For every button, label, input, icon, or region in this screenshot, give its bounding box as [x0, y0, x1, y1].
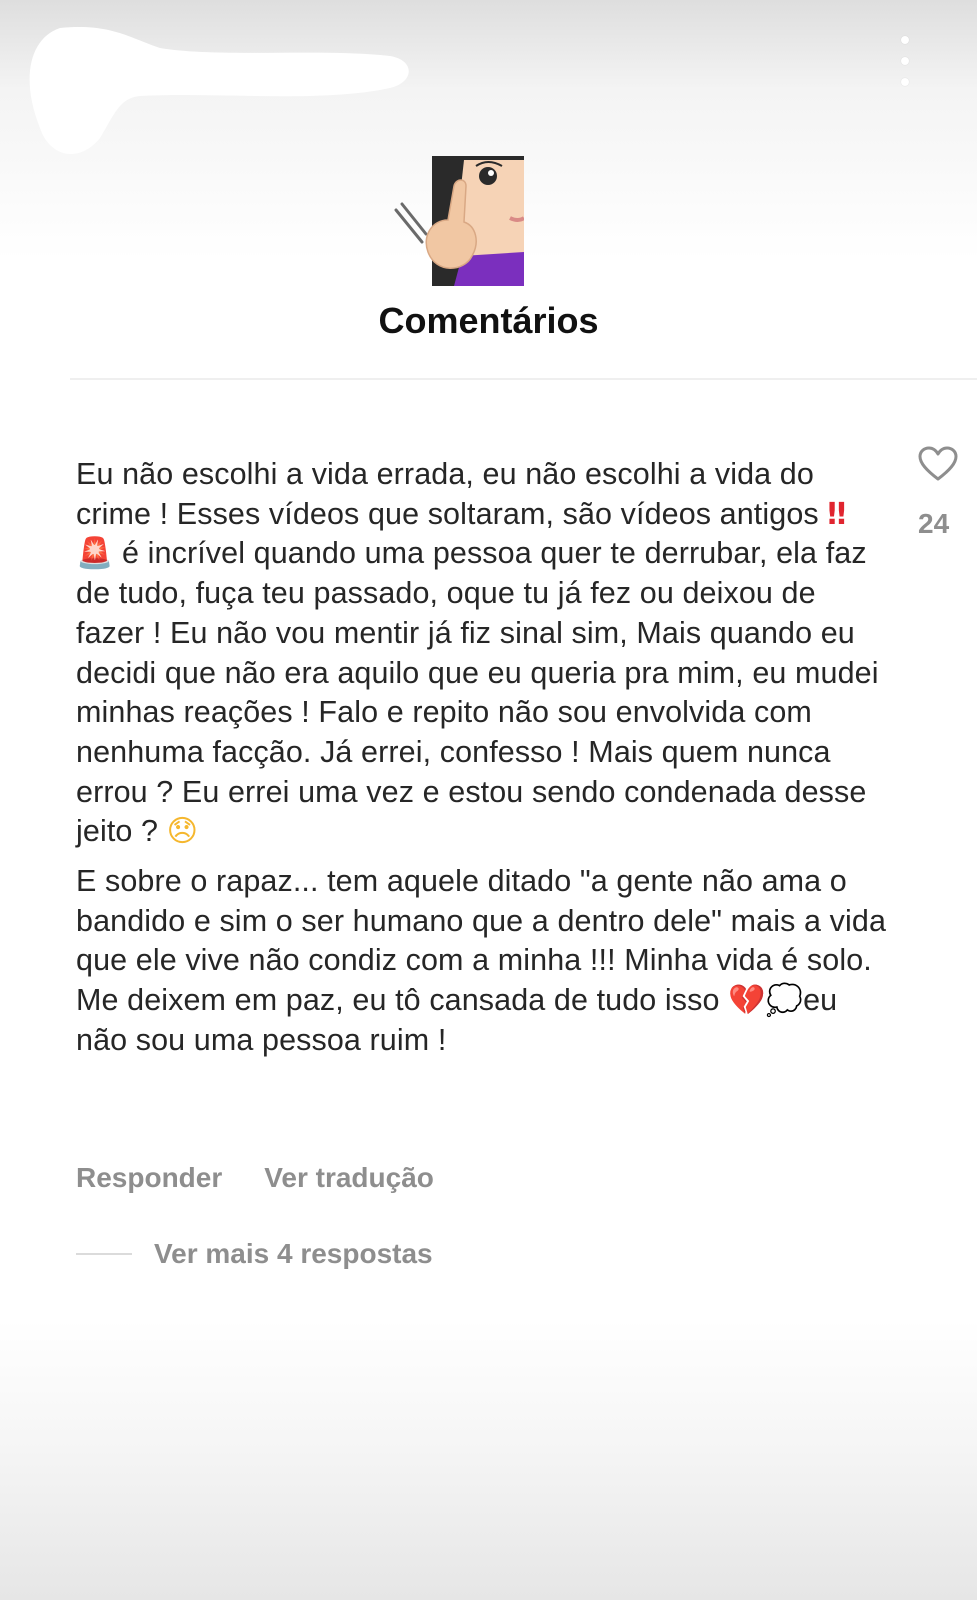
broken-heart-emoji: 💔 [728, 983, 766, 1019]
heart-outline-icon [918, 446, 958, 481]
thought-bubble-emoji: 💭 [765, 983, 804, 1019]
menu-dot [901, 78, 909, 86]
reply-button[interactable]: Responder [76, 1162, 222, 1194]
menu-dot [901, 36, 909, 44]
comment-body: Eu não escolhi a vida errada, eu não esc… [76, 455, 891, 1061]
sad-face-emoji: 😞 [166, 814, 199, 850]
view-more-replies-button[interactable]: Ver mais 4 respostas [76, 1238, 433, 1270]
redacted-username [29, 27, 409, 155]
view-more-replies-label: Ver mais 4 respostas [154, 1238, 433, 1269]
page-title: Comentários [378, 300, 599, 341]
menu-dot [901, 57, 909, 65]
replies-divider-line [76, 1253, 132, 1255]
comment-actions: Responder Ver tradução [76, 1162, 434, 1194]
comment-paragraph-2: E sobre o rapaz... tem aquele ditado "a … [76, 862, 891, 1061]
comment-text: é incrível quando uma pessoa quer te der… [76, 536, 879, 849]
siren-emoji: 🚨 [76, 536, 114, 572]
comment-text: Eu não escolhi a vida errada, eu não esc… [76, 457, 828, 531]
translate-button[interactable]: Ver tradução [264, 1162, 434, 1194]
like-count: 24 [918, 508, 950, 539]
double-exclamation-emoji: ‼ [827, 496, 847, 532]
comment-paragraph-1: Eu não escolhi a vida errada, eu não esc… [76, 455, 891, 852]
woman-shushing-emoji-icon [394, 156, 524, 286]
header-divider [70, 378, 977, 380]
like-button[interactable] [916, 446, 960, 482]
more-options-icon[interactable] [893, 36, 917, 86]
